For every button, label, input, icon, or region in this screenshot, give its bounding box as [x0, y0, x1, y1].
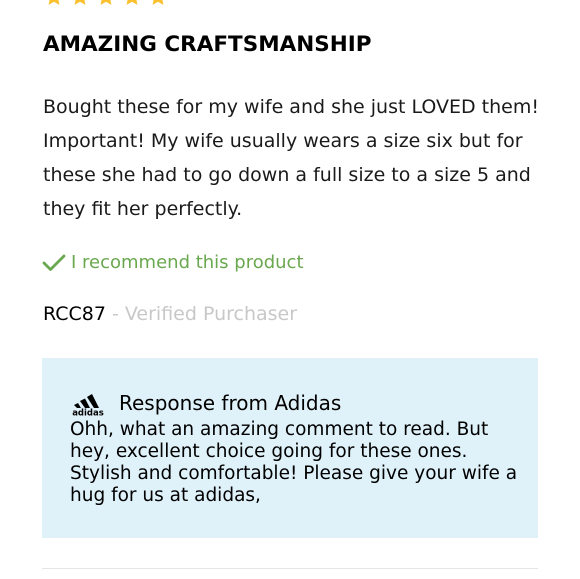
recommend-label: I recommend this product — [71, 252, 304, 273]
reviewer-info: RCC87 - Verified Purchaser — [43, 303, 297, 325]
review-card: AMAZING CRAFTSMANSHIP Bought these for m… — [0, 0, 580, 579]
divider — [42, 568, 538, 569]
verified-badge: - Verified Purchaser — [112, 303, 298, 325]
adidas-logo-icon: adidas — [72, 394, 104, 417]
review-body: Bought these for my wife and she just LO… — [43, 96, 539, 220]
star-icon — [152, 0, 164, 5]
svg-text:adidas: adidas — [72, 409, 104, 417]
response-title: Response from Adidas — [119, 391, 342, 415]
star-icon — [100, 0, 112, 5]
check-icon — [42, 254, 66, 271]
reviewer-name: RCC87 — [43, 303, 106, 325]
star-icon — [48, 0, 60, 5]
star-icon — [126, 0, 138, 5]
star-icon — [74, 0, 86, 5]
recommendation: I recommend this product — [42, 252, 304, 273]
response-body: Ohh, what an amazing comment to read. Bu… — [70, 419, 518, 506]
rating-stars — [44, 0, 168, 7]
brand-response: adidas Response from Adidas Ohh, what an… — [42, 358, 538, 538]
response-header: adidas Response from Adidas — [70, 390, 341, 416]
review-title: AMAZING CRAFTSMANSHIP — [43, 32, 372, 57]
